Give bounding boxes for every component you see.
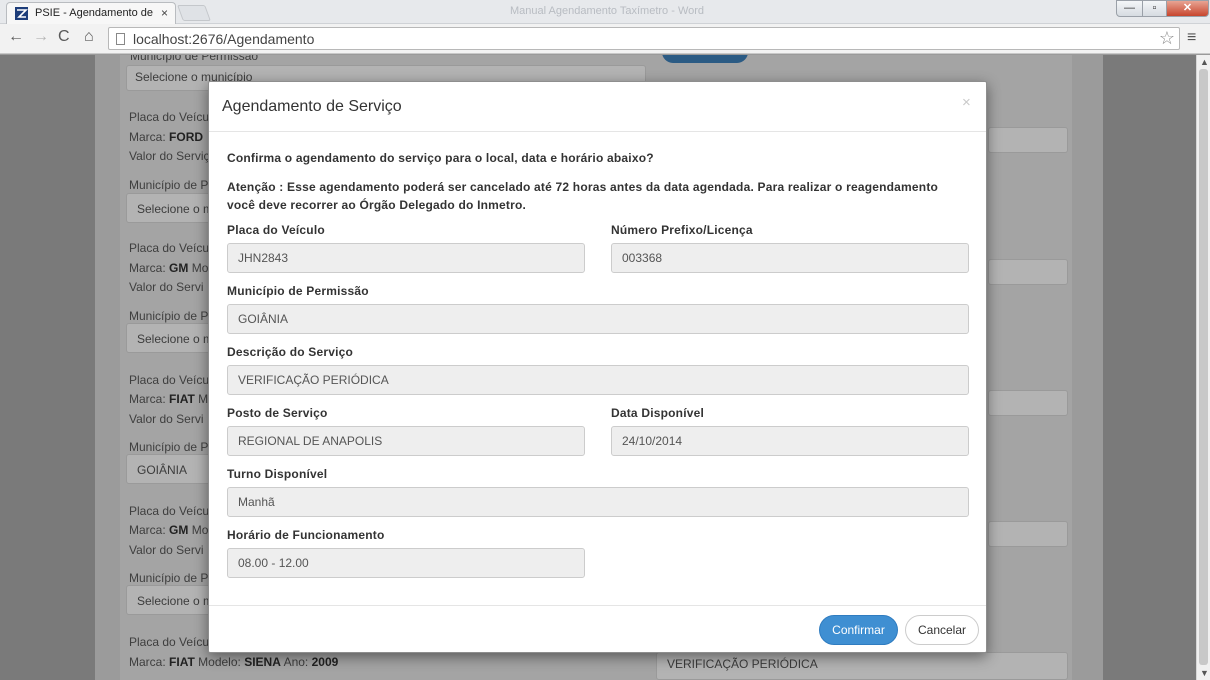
bg-record-placa: Placa do Veículo xyxy=(129,241,219,255)
data-field[interactable]: 24/10/2014 xyxy=(611,426,969,456)
bg-right-box xyxy=(988,521,1068,547)
bg-record-marca: Marca: FIAT M xyxy=(129,392,209,406)
prefixo-field[interactable]: 003368 xyxy=(611,243,969,273)
confirm-button[interactable]: Confirmar xyxy=(819,615,898,645)
bg-record-placa: Placa do Veículo xyxy=(129,110,219,124)
descricao-field[interactable]: VERIFICAÇÃO PERIÓDICA xyxy=(227,365,969,395)
home-icon[interactable]: ⌂ xyxy=(84,28,94,46)
bg-record-valor: Valor do Servi xyxy=(129,412,204,426)
tab-title: PSIE - Agendamento de S xyxy=(35,7,155,19)
scroll-up-arrow-icon[interactable]: ▲ xyxy=(1200,57,1209,67)
scroll-thumb[interactable] xyxy=(1199,69,1208,665)
modal-footer: Confirmar Cancelar xyxy=(209,605,986,652)
bg-record-marca: Marca: GM Mo xyxy=(129,261,209,275)
bg-record-marca: Marca: FIAT Modelo: SIENA Ano: 2009 xyxy=(129,655,339,669)
minimize-button[interactable]: — xyxy=(1116,0,1143,17)
reload-icon[interactable]: C xyxy=(58,28,70,46)
placa-label: Placa do Veículo xyxy=(227,223,325,237)
back-arrow-icon[interactable]: ← xyxy=(8,28,24,46)
modal-body: Confirma o agendamento do serviço para o… xyxy=(209,133,986,605)
url-text[interactable]: localhost:2676/Agendamento xyxy=(133,31,314,47)
bg-record-municipio: Município de P xyxy=(129,309,209,323)
modal-header: Agendamento de Serviço × xyxy=(209,82,986,132)
cancel-button[interactable]: Cancelar xyxy=(905,615,979,645)
browser-menu-icon[interactable]: ≡ xyxy=(1187,29,1196,47)
horario-field[interactable]: 08.00 - 12.00 xyxy=(227,548,585,578)
forward-arrow-icon[interactable]: → xyxy=(33,28,49,46)
bg-right-box xyxy=(988,390,1068,416)
title-bar: PSIE - Agendamento de S × Manual Agendam… xyxy=(0,0,1210,24)
page-icon xyxy=(116,33,125,45)
placa-field[interactable]: JHN2843 xyxy=(227,243,585,273)
attention-notice: Atenção : Esse agendamento poderá ser ca… xyxy=(227,180,939,212)
maximize-button[interactable]: ▫ xyxy=(1142,0,1167,17)
bg-right-box xyxy=(988,127,1068,153)
browser-tab[interactable]: PSIE - Agendamento de S × xyxy=(6,2,176,24)
bg-record-valor: Valor do Servi xyxy=(129,543,204,557)
bg-record-placa: Placa do Veículo xyxy=(129,504,219,518)
bg-record-marca: Marca: GM Mo xyxy=(129,523,209,537)
descricao-label: Descrição do Serviço xyxy=(227,345,354,359)
window-close-button[interactable]: ✕ xyxy=(1166,0,1209,17)
data-label: Data Disponível xyxy=(611,406,705,420)
window-title: Manual Agendamento Taxímetro - Word xyxy=(510,5,705,17)
municipio-label: Município de Permissão xyxy=(227,284,369,298)
municipio-field[interactable]: GOIÂNIA xyxy=(227,304,969,334)
bg-top-label: Município de Permissão xyxy=(130,55,259,63)
bg-record-municipio: Município de P xyxy=(129,178,209,192)
posto-label: Posto de Serviço xyxy=(227,406,328,420)
horario-label: Horário de Funcionamento xyxy=(227,528,385,542)
bookmark-star-icon[interactable]: ☆ xyxy=(1159,28,1175,49)
bg-record-placa: Placa do Veículo xyxy=(129,635,219,649)
modal-close-icon[interactable]: × xyxy=(962,94,971,111)
bg-record-placa: Placa do Veículo xyxy=(129,373,219,387)
confirmation-question: Confirma o agendamento do serviço para o… xyxy=(227,151,654,165)
bg-record-municipio: Município de P xyxy=(129,440,209,454)
tab-close-icon[interactable]: × xyxy=(161,6,168,20)
modal-title: Agendamento de Serviço xyxy=(222,98,402,115)
scroll-down-arrow-icon[interactable]: ▼ xyxy=(1200,668,1209,678)
new-tab-button[interactable] xyxy=(177,5,211,21)
scheduling-modal: Agendamento de Serviço × Confirma o agen… xyxy=(208,81,987,653)
bg-record-valor: Valor do Serviço xyxy=(129,149,217,163)
turno-label: Turno Disponível xyxy=(227,467,328,481)
favicon-icon xyxy=(15,7,28,20)
bg-right-box xyxy=(988,259,1068,285)
bg-record-valor: Valor do Servi xyxy=(129,280,204,294)
bg-record-marca: Marca: FORD xyxy=(129,130,204,144)
bg-record-municipio: Município de P xyxy=(129,571,209,585)
posto-field[interactable]: REGIONAL DE ANAPOLIS xyxy=(227,426,585,456)
turno-field[interactable]: Manhã xyxy=(227,487,969,517)
prefixo-label: Número Prefixo/Licença xyxy=(611,223,753,237)
browser-toolbar: ← → C ⌂ localhost:2676/Agendamento ☆ ≡ xyxy=(0,24,1210,54)
address-bar[interactable]: localhost:2676/Agendamento ☆ xyxy=(108,27,1180,50)
bg-right-service-box: VERIFICAÇÃO PERIÓDICA xyxy=(656,652,1068,680)
bg-search-button[interactable] xyxy=(662,55,748,63)
vertical-scrollbar[interactable]: ▲ ▼ xyxy=(1196,55,1210,680)
